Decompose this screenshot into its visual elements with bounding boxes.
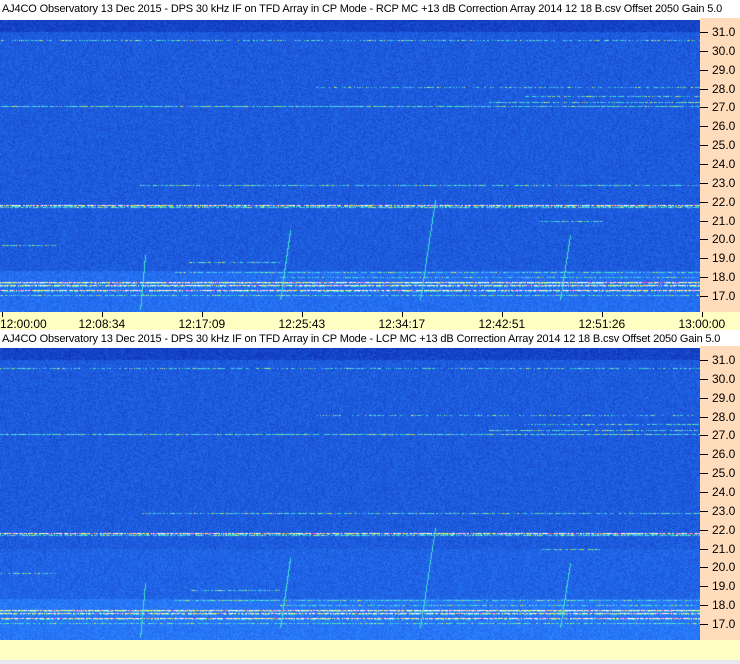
- y-tick-label: 22.0: [712, 194, 736, 209]
- y-tick-label: 20.0: [712, 232, 736, 247]
- panel-title-lcp: AJ4CO Observatory 13 Dec 2015 - DPS 30 k…: [0, 330, 740, 350]
- y-tick: 23.0: [700, 176, 740, 190]
- y-tick: 22.0: [700, 523, 740, 537]
- y-tick-label: 22.0: [712, 522, 736, 537]
- y-tick: 20.0: [700, 232, 740, 246]
- y-tick-label: 25.0: [712, 138, 736, 153]
- y-tick-label: 26.0: [712, 119, 736, 134]
- spectrogram-rcp: [0, 20, 700, 312]
- y-tick-label: 21.0: [712, 213, 736, 228]
- y-tick: 28.0: [700, 410, 740, 424]
- y-tick: 31.0: [700, 25, 740, 39]
- x-tick-label: 12:17:09: [178, 317, 226, 331]
- y-tick-label: 19.0: [712, 579, 736, 594]
- y-tick: 30.0: [700, 372, 740, 386]
- x-tick-label: 12:51:26: [578, 317, 626, 331]
- y-tick-label: 28.0: [712, 409, 736, 424]
- y-tick: 21.0: [700, 214, 740, 228]
- y-tick: 24.0: [700, 157, 740, 171]
- y-tick: 17.0: [700, 617, 740, 631]
- y-tick-label: 17.0: [712, 617, 736, 632]
- y-tick: 26.0: [700, 447, 740, 461]
- y-tick-label: 28.0: [712, 81, 736, 96]
- y-tick-label: 18.0: [712, 270, 736, 285]
- y-tick-label: 29.0: [712, 390, 736, 405]
- y-tick-label: 20.0: [712, 560, 736, 575]
- bottom-strip: [0, 660, 740, 664]
- y-tick: 26.0: [700, 119, 740, 133]
- y-tick-label: 27.0: [712, 100, 736, 115]
- frequency-axis-lcp: 31.0 30.0 29.0 28.0 27.0 26.0 25.0 24.0 23.0 22.0…: [700, 346, 740, 640]
- y-tick: 17.0: [700, 289, 740, 303]
- y-tick: 19.0: [700, 579, 740, 593]
- x-tick-label: 12:25:43: [278, 317, 326, 331]
- y-tick: 27.0: [700, 428, 740, 442]
- y-tick-label: 27.0: [712, 428, 736, 443]
- x-tick-label: 12:08:34: [78, 317, 126, 331]
- y-tick: 21.0: [700, 542, 740, 556]
- y-tick-label: 31.0: [712, 25, 736, 39]
- y-tick-label: 19.0: [712, 251, 736, 266]
- time-axis: 12:00:00 12:08:34 12:17:09 12:25:43 12:34:17…: [0, 312, 740, 331]
- y-tick: 18.0: [700, 270, 740, 284]
- y-tick-label: 31.0: [712, 353, 736, 367]
- time-axis-empty: [0, 640, 740, 660]
- y-tick-label: 24.0: [712, 485, 736, 500]
- y-tick-label: 24.0: [712, 157, 736, 172]
- y-tick: 20.0: [700, 560, 740, 574]
- y-tick-label: 21.0: [712, 541, 736, 556]
- y-tick: 31.0: [700, 353, 740, 367]
- y-tick: 25.0: [700, 138, 740, 152]
- y-tick: 23.0: [700, 504, 740, 518]
- y-tick: 19.0: [700, 251, 740, 265]
- y-tick-label: 17.0: [712, 289, 736, 304]
- y-tick: 25.0: [700, 466, 740, 480]
- y-tick: 24.0: [700, 485, 740, 499]
- y-tick: 18.0: [700, 598, 740, 612]
- y-tick: 30.0: [700, 44, 740, 58]
- y-tick-label: 25.0: [712, 466, 736, 481]
- y-tick-label: 29.0: [712, 62, 736, 77]
- y-tick: 22.0: [700, 195, 740, 209]
- y-tick-label: 30.0: [712, 43, 736, 58]
- panel-title-rcp: AJ4CO Observatory 13 Dec 2015 - DPS 30 k…: [0, 0, 740, 20]
- x-tick-label: 12:00:00: [0, 317, 47, 331]
- spectrogram-lcp: [0, 348, 700, 640]
- y-tick-label: 23.0: [712, 175, 736, 190]
- y-tick: 28.0: [700, 82, 740, 96]
- x-tick-label: 12:42:51: [478, 317, 526, 331]
- x-tick-label: 12:34:17: [378, 317, 426, 331]
- x-tick-label: 13:00:00: [678, 317, 726, 331]
- frequency-axis-rcp: 31.0 30.0 29.0 28.0 27.0 26.0 25.0 24.0 23.0 22.0…: [700, 18, 740, 312]
- y-tick-label: 26.0: [712, 447, 736, 462]
- y-tick: 29.0: [700, 63, 740, 77]
- y-tick-label: 23.0: [712, 503, 736, 518]
- y-tick: 27.0: [700, 100, 740, 114]
- y-tick: 29.0: [700, 391, 740, 405]
- y-tick-label: 30.0: [712, 371, 736, 386]
- y-tick-label: 18.0: [712, 598, 736, 613]
